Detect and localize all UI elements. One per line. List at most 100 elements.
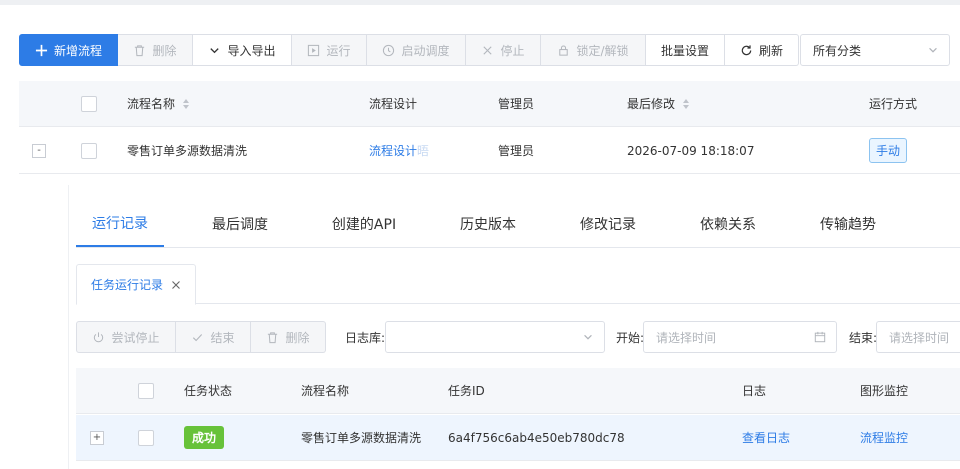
row-checkbox[interactable]	[81, 142, 97, 159]
calendar-icon	[814, 331, 826, 343]
task-row-select[interactable]	[138, 415, 154, 460]
row-last-modified: 2026-07-09 18:18:07	[627, 143, 755, 158]
finish-button[interactable]: 结束	[176, 321, 251, 353]
sub-tabs: 任务运行记录	[76, 264, 960, 305]
run-mode-badge: 手动	[869, 138, 908, 163]
task-delete-button[interactable]: 删除	[251, 321, 326, 353]
row-select[interactable]	[81, 128, 97, 173]
tab-history-versions[interactable]: 历史版本	[444, 200, 532, 247]
collapse-row-button[interactable]: -	[32, 143, 46, 158]
task-flow-name: 零售订单多源数据清洗	[301, 431, 422, 445]
tab-change-records[interactable]: 修改记录	[564, 200, 652, 247]
add-flow-button[interactable]: 新增流程	[19, 34, 118, 66]
tab-last-schedule[interactable]: 最后调度	[196, 200, 284, 247]
detail-tabs: 运行记录 最后调度 创建的API 历史版本 修改记录 依赖关系 传输趋势	[76, 200, 960, 248]
subtab-task-run-records[interactable]: 任务运行记录	[76, 264, 196, 305]
stop-button[interactable]: 停止	[466, 34, 541, 66]
trash-icon	[135, 44, 145, 56]
tab-transfer-trend[interactable]: 传输趋势	[804, 200, 892, 247]
category-select[interactable]: 所有分类	[800, 34, 950, 66]
chevron-down-icon	[210, 47, 220, 53]
subtab-label: 任务运行记录	[90, 278, 163, 292]
sort-icon[interactable]	[683, 98, 690, 109]
plus-icon	[35, 44, 48, 56]
delete-button[interactable]: 删除	[118, 34, 193, 66]
header-log: 日志	[742, 384, 767, 398]
task-row-expand[interactable]: +	[90, 415, 104, 460]
header-task-status: 任务状态	[184, 384, 233, 398]
refresh-button[interactable]: 刷新	[725, 34, 799, 66]
close-icon	[483, 45, 493, 55]
log-db-select[interactable]	[385, 321, 605, 353]
refresh-label: 刷新	[758, 43, 783, 58]
header-admin: 管理员	[498, 97, 535, 111]
import-export-button[interactable]: 导入导出	[193, 34, 292, 66]
finish-label: 结束	[210, 330, 235, 345]
row-flow-design-link[interactable]: 流程设计晤	[369, 128, 429, 173]
delete-label: 删除	[152, 43, 177, 58]
close-icon[interactable]	[171, 280, 181, 290]
header-run-mode: 运行方式	[869, 97, 918, 111]
task-toolbar: 尝试停止 结束 删除	[76, 321, 326, 353]
lock-unlock-button[interactable]: 锁定/解锁	[541, 34, 646, 66]
batch-settings-button[interactable]: 批量设置	[646, 34, 725, 66]
lock-icon	[559, 44, 569, 56]
task-row-checkbox[interactable]	[138, 429, 154, 446]
clock-icon	[383, 44, 395, 56]
expand-row-button[interactable]: +	[90, 430, 104, 445]
status-badge: 成功	[184, 426, 225, 449]
start-time-label: 开始:	[616, 330, 645, 345]
header-task-id: 任务ID	[448, 384, 485, 398]
header-flow-name[interactable]: 流程名称	[127, 81, 190, 126]
task-status: 成功	[184, 415, 225, 460]
tab-run-records[interactable]: 运行记录	[76, 200, 164, 247]
row-admin: 管理员	[498, 144, 535, 158]
flow-table-header: 流程名称 流程设计 管理员 最后修改 运行方式	[19, 81, 960, 127]
run-label: 运行	[326, 43, 351, 58]
chevron-down-icon	[929, 47, 937, 53]
table-row: + 成功 零售订单多源数据清洗 6a4f756c6ab4e50eb780dc78…	[76, 415, 960, 461]
task-id: 6a4f756c6ab4e50eb780dc78	[448, 430, 625, 445]
task-delete-label: 删除	[285, 330, 310, 345]
end-time-label: 结束:	[849, 330, 878, 345]
try-stop-button[interactable]: 尝试停止	[76, 321, 176, 353]
add-flow-label: 新增流程	[53, 43, 102, 58]
category-select-value: 所有分类	[813, 43, 862, 58]
import-export-label: 导入导出	[227, 43, 276, 58]
main-toolbar: 新增流程 删除 导入导出 运行 启动调度 停止 锁定/解锁 批量设置 刷新	[19, 34, 799, 66]
row-flow-name: 零售订单多源数据清洗	[127, 144, 248, 158]
end-time-placeholder: 请选择时间	[889, 330, 950, 345]
header-last-modified[interactable]: 最后修改	[627, 81, 690, 126]
tab-created-api[interactable]: 创建的API	[316, 200, 412, 247]
run-button[interactable]: 运行	[292, 34, 367, 66]
task-select-all-checkbox[interactable]	[138, 382, 154, 399]
start-schedule-label: 启动调度	[401, 43, 450, 58]
log-db-label: 日志库:	[345, 330, 386, 345]
lock-unlock-label: 锁定/解锁	[576, 43, 629, 58]
header-task-flow-name: 流程名称	[301, 384, 350, 398]
start-time-placeholder: 请选择时间	[656, 330, 717, 345]
play-icon	[308, 44, 320, 56]
end-time-input[interactable]: 请选择时间	[876, 321, 960, 353]
sort-icon[interactable]	[183, 98, 190, 109]
table-row: - 零售订单多源数据清洗 流程设计晤 管理员 2026-07-09 18:18:…	[19, 128, 960, 174]
row-collapse[interactable]: -	[32, 128, 46, 173]
row-run-mode: 手动	[869, 128, 908, 173]
task-table-header: 任务状态 流程名称 任务ID 日志 图形监控	[76, 368, 960, 414]
chevron-down-icon	[584, 334, 592, 340]
refresh-icon	[741, 44, 752, 55]
select-all-checkbox[interactable]	[81, 95, 97, 112]
header-graph-monitor: 图形监控	[860, 384, 909, 398]
start-schedule-button[interactable]: 启动调度	[367, 34, 466, 66]
start-time-input[interactable]: 请选择时间	[643, 321, 837, 353]
header-select-all[interactable]	[81, 81, 97, 126]
task-header-select-all[interactable]	[138, 368, 154, 413]
batch-settings-label: 批量设置	[660, 43, 709, 58]
tab-dependencies[interactable]: 依赖关系	[684, 200, 772, 247]
header-flow-design: 流程设计	[369, 97, 418, 111]
flow-monitor-link[interactable]: 流程监控	[860, 415, 908, 460]
check-icon	[193, 333, 203, 341]
try-stop-label: 尝试停止	[111, 330, 160, 345]
view-log-link[interactable]: 查看日志	[742, 415, 790, 460]
power-icon	[94, 331, 104, 342]
